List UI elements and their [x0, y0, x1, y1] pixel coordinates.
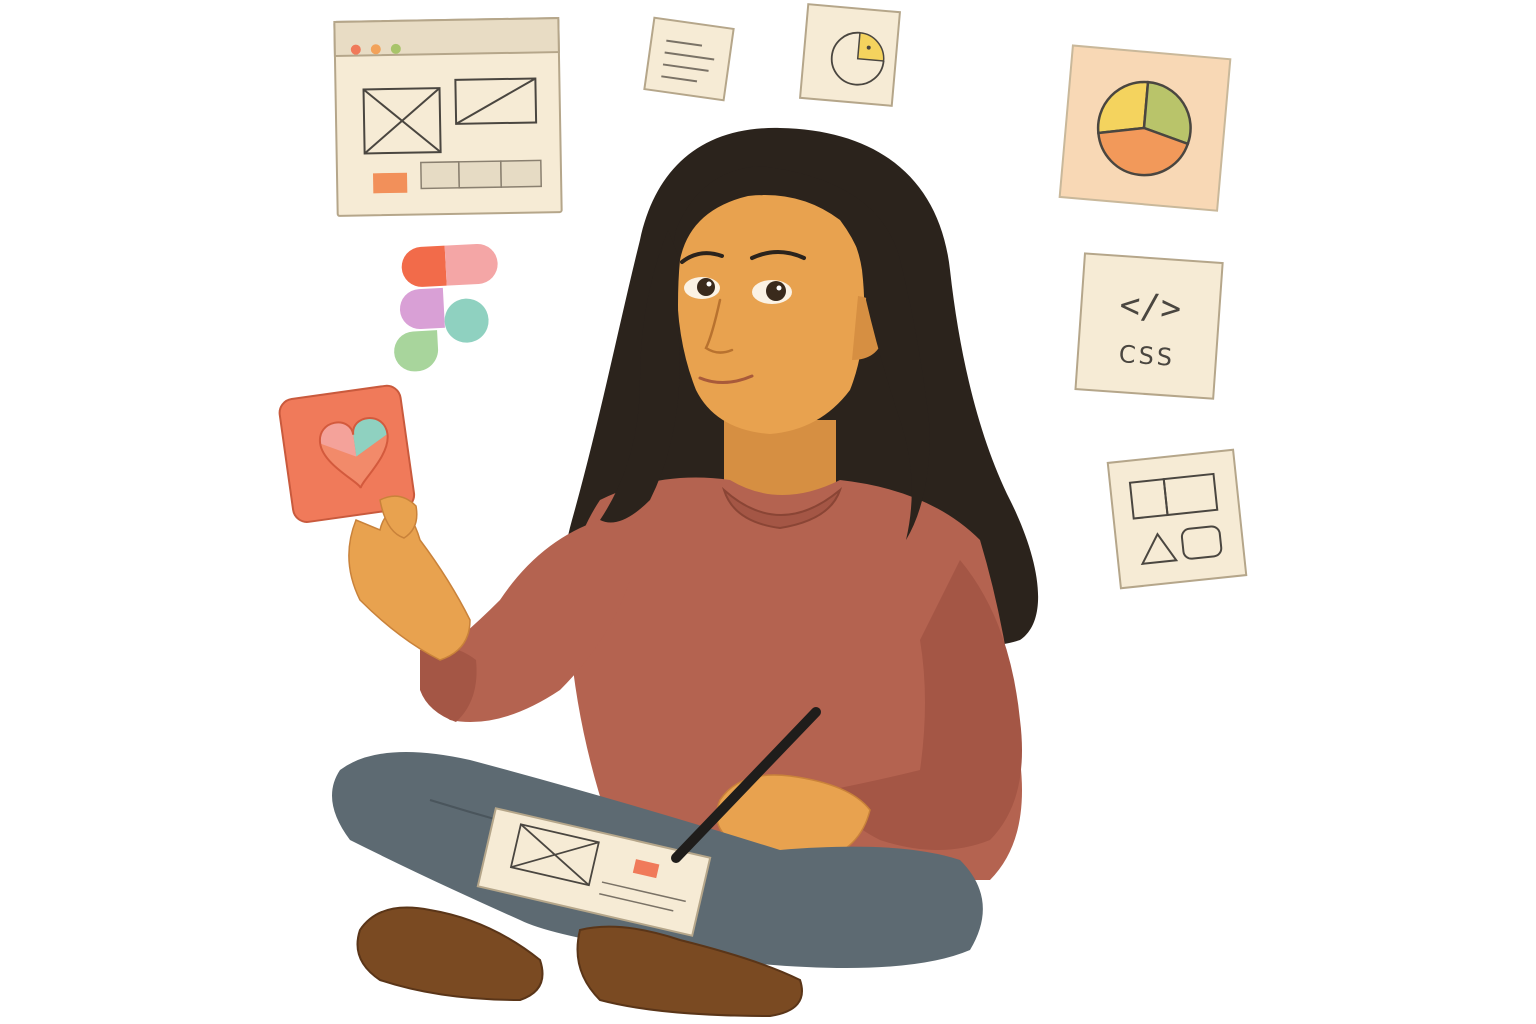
wireframe-button-shape	[372, 172, 408, 194]
eye-left	[684, 277, 720, 299]
css-label: CSS	[1118, 340, 1176, 372]
code-brackets-label: </>	[1118, 285, 1182, 329]
pie-chart-card	[1058, 44, 1232, 212]
face	[676, 186, 865, 434]
figma-logo-icon	[394, 243, 498, 372]
boot-left	[356, 906, 544, 1002]
layout-shapes-card	[1106, 448, 1248, 590]
css-code-card: </> CSS	[1074, 252, 1224, 400]
eye-right	[752, 280, 792, 304]
wireframe-window-card	[333, 17, 563, 217]
text-note-card	[643, 16, 735, 102]
wireframe-segmented-control	[420, 159, 543, 190]
gauge-sketch-card	[798, 3, 902, 107]
illustration-scene: </> CSS	[278, 3, 1248, 1018]
